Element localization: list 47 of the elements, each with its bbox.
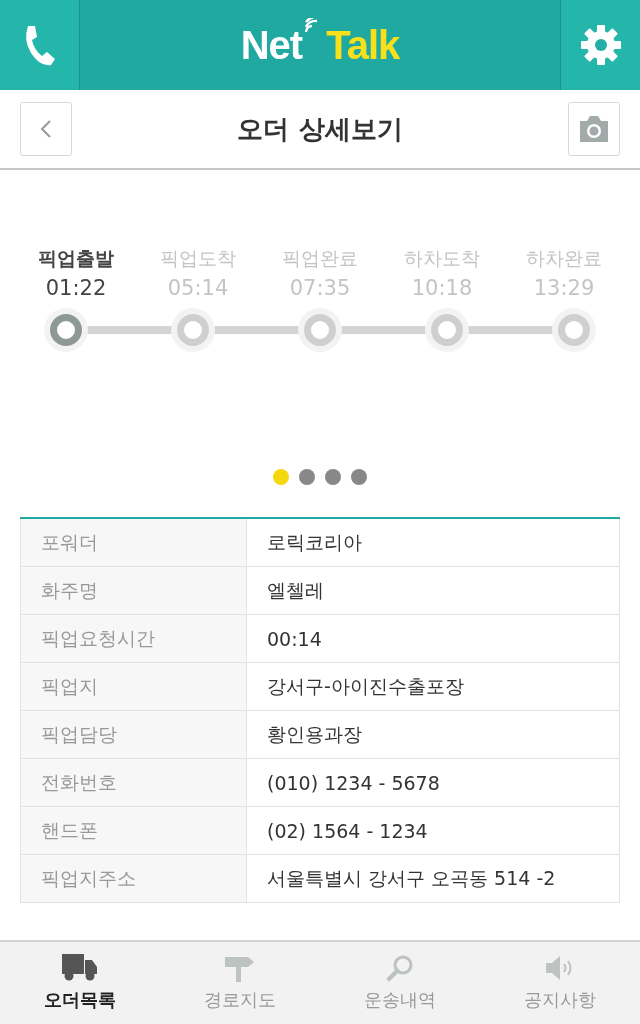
settings-icon (578, 23, 623, 67)
table-cell-text: 로릭코리아 (266, 529, 363, 555)
table-cell-text: (02) 1564 - 1234 (266, 818, 429, 844)
table-cell: 핸드폰 (21, 807, 247, 854)
table-cell-text: 강서구-아이진수출포장 (266, 673, 465, 699)
table-cell-text: 황인용과장 (266, 721, 363, 747)
table-cell: 픽업요청시간 (21, 615, 247, 662)
step-label: 픽업도착 (160, 246, 236, 271)
step-label: 하차도착 (404, 246, 480, 271)
page-dot[interactable] (299, 469, 315, 485)
truck-icon (62, 954, 98, 982)
table-cell: 전화번호 (21, 759, 247, 806)
table-cell: 픽업지주소 (21, 855, 247, 902)
step-time: 10:18 (411, 276, 473, 300)
camera-button[interactable] (568, 102, 620, 156)
page-title: 오더 상세보기 (237, 112, 403, 146)
settings-button[interactable] (560, 0, 640, 90)
table-cell: 픽업지 (21, 663, 247, 710)
table-cell-text: 엘첼레 (266, 577, 325, 603)
back-button[interactable] (20, 102, 72, 156)
nav-tab[interactable]: 운송내역 (320, 942, 480, 1024)
nav-tab[interactable]: 오더목록 (0, 942, 160, 1024)
logo-text: Talk (326, 22, 400, 68)
step-time: 13:29 (533, 276, 595, 300)
table-cell-text: 서울특별시 강서구 오곡동 514 -2 (266, 865, 557, 891)
logo-text: Net (240, 22, 303, 68)
signpost-icon (225, 954, 255, 982)
step-time: 07:35 (289, 276, 351, 300)
camera-icon (578, 115, 610, 143)
table-cell: 픽업담당 (21, 711, 247, 758)
table-cell: 화주명 (21, 567, 247, 614)
step-label: 픽업완료 (282, 246, 358, 271)
page-dot[interactable] (273, 469, 289, 485)
step-label: 픽업출발 (38, 246, 114, 271)
step-time: 05:14 (167, 276, 229, 300)
nav-tab[interactable]: 경로지도 (160, 942, 320, 1024)
table-cell: 포워더 (21, 519, 247, 566)
page-dot[interactable] (325, 469, 341, 485)
nav-tab[interactable]: 공지사항 (480, 942, 640, 1024)
chevron-left-icon (40, 119, 52, 139)
call-button[interactable] (0, 0, 80, 90)
table-cell-text: (010) 1234 - 5678 (266, 770, 441, 796)
search-icon (386, 954, 414, 982)
step-label: 하차완료 (526, 246, 602, 271)
table-cell-text: 00:14 (266, 626, 323, 652)
step-time: 01:22 (45, 276, 107, 300)
page-dot[interactable] (351, 469, 367, 485)
